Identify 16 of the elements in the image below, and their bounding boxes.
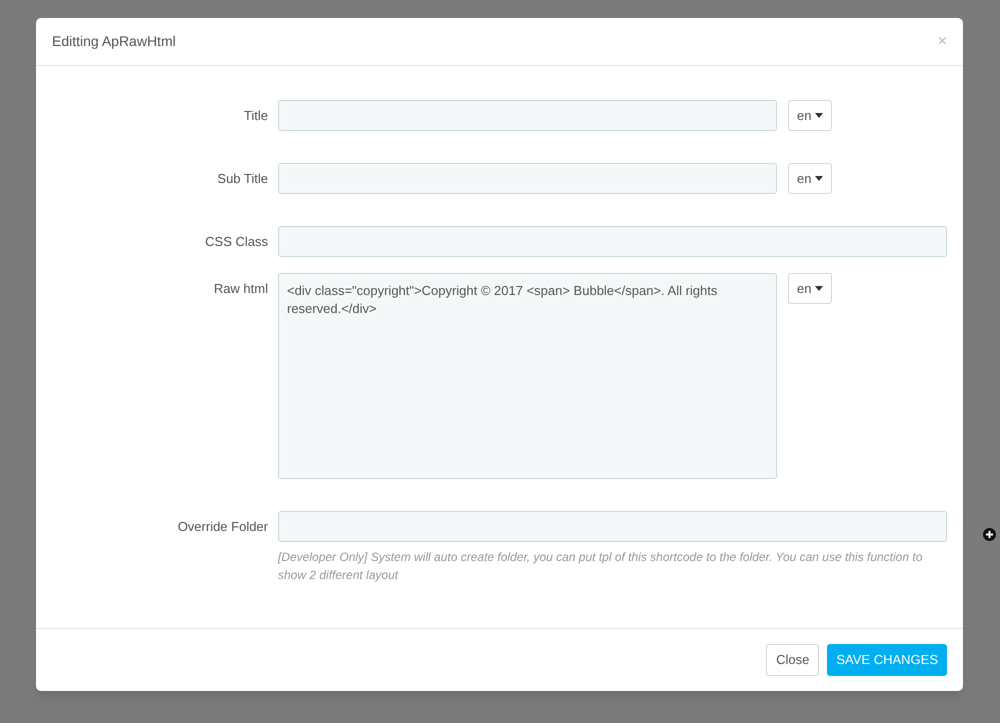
field-label: Override Folder (178, 519, 268, 536)
language-dropdown[interactable]: en (788, 163, 832, 194)
field-label: Title (244, 108, 268, 125)
plus-circle-icon[interactable] (983, 528, 996, 541)
close-button[interactable]: Close (766, 644, 820, 676)
caret-icon (815, 176, 824, 181)
modal-title: Editting ApRawHtml (52, 32, 176, 51)
field-label: Raw html (214, 281, 268, 298)
caret-icon (815, 113, 824, 118)
caret-icon (815, 286, 824, 291)
field-label: Sub Title (217, 171, 268, 188)
language-dropdown[interactable]: en (788, 100, 832, 131)
raw-html-textarea[interactable]: <div class="copyright">Copyright © 2017 <span> Bubble</span>. All rights reserved.</div> (278, 273, 777, 479)
language-dropdown[interactable]: en (788, 273, 832, 304)
field-label: CSS Class (205, 234, 268, 251)
help-text: [Developer Only] System will auto create folder, you can put tpl of this shortcode to the folder. You can use this function to show 2 different layout (278, 549, 924, 584)
